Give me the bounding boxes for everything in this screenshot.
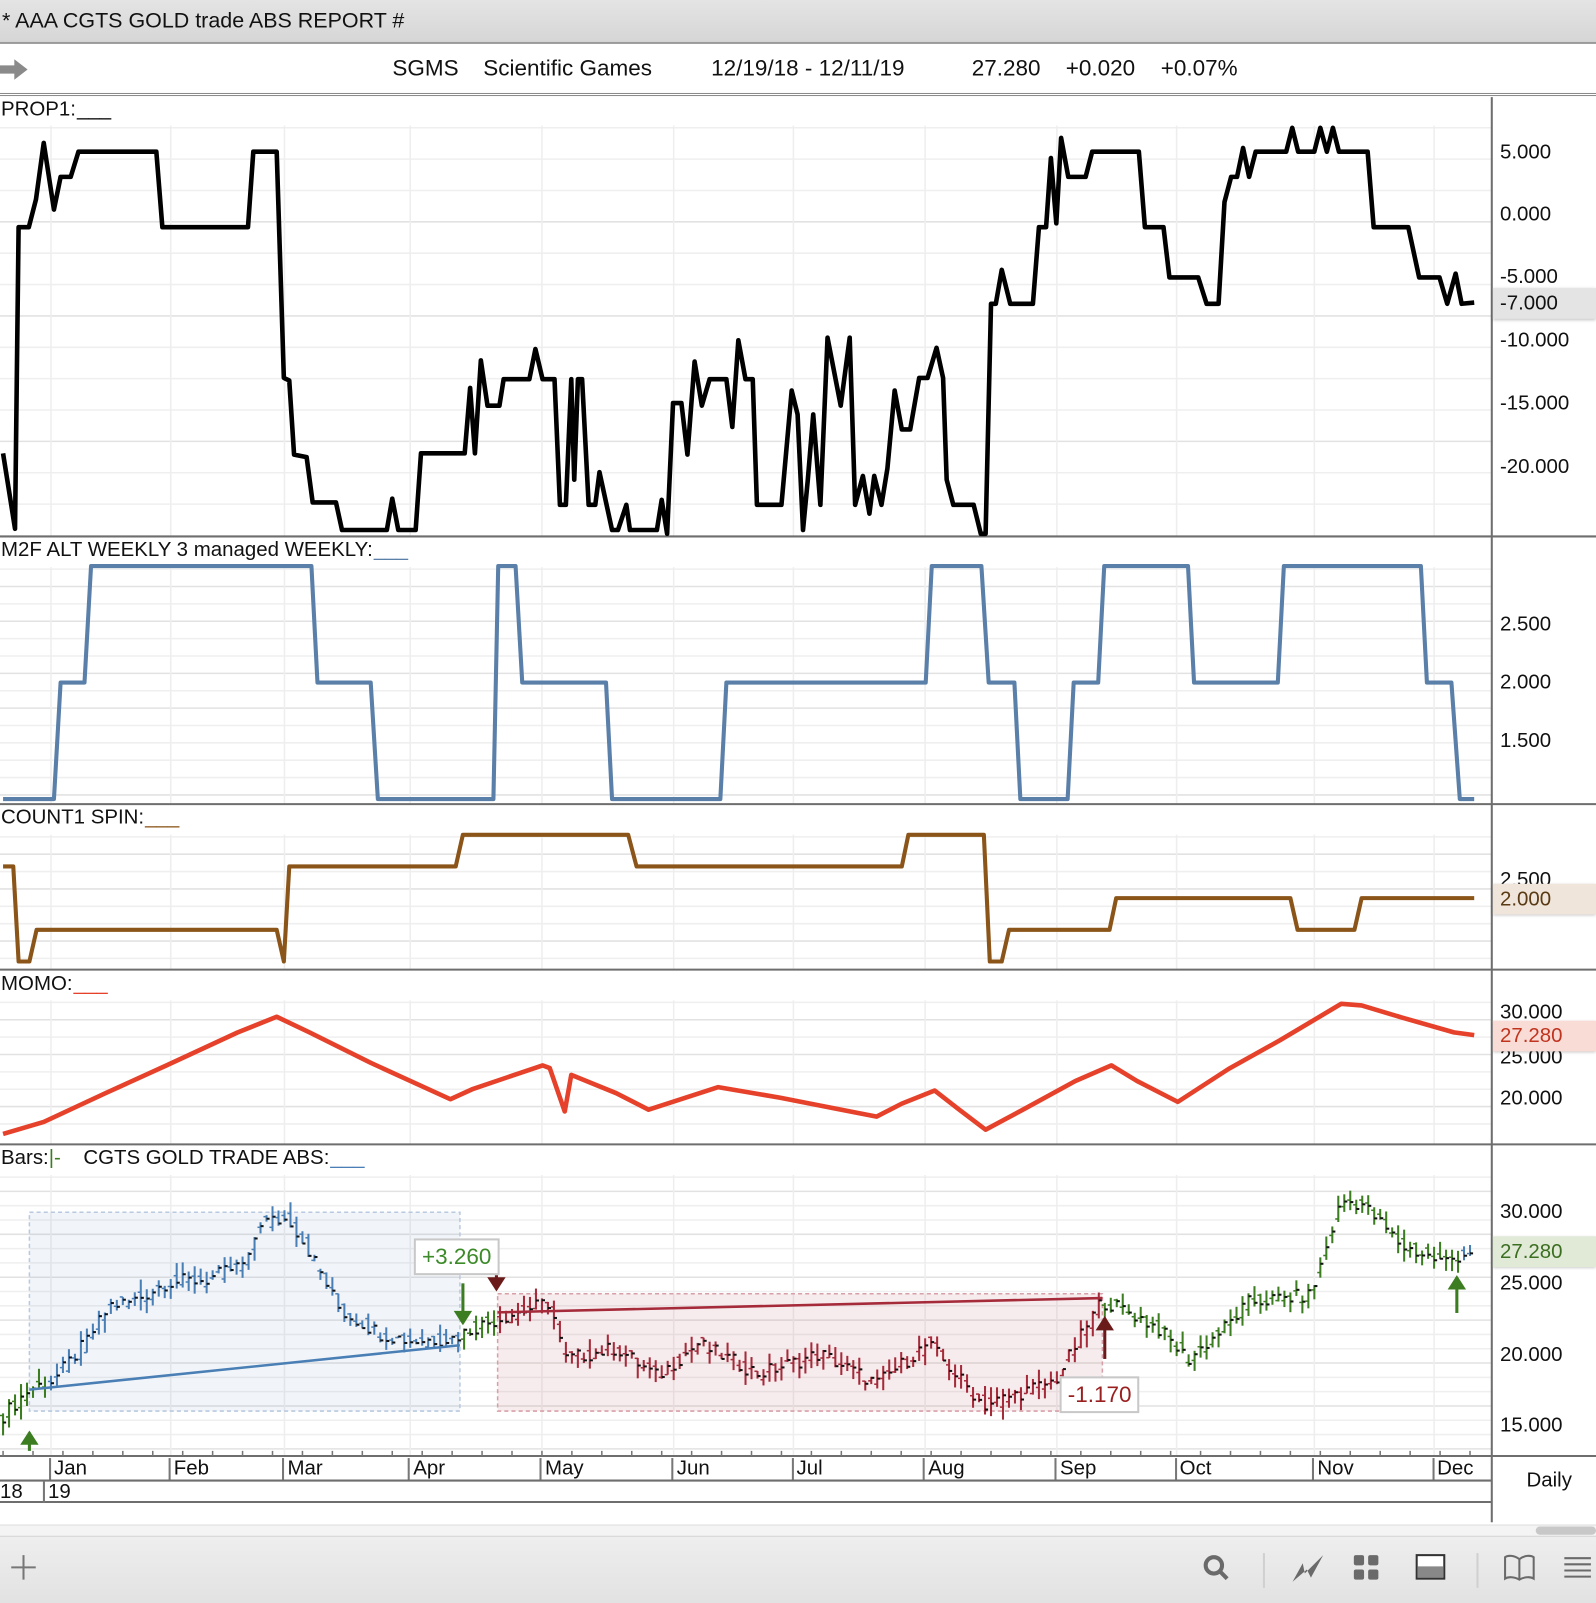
bar-style-glyph: |- xyxy=(48,1146,61,1169)
prop1-tick: -15.000 xyxy=(1499,392,1570,415)
month-label: May xyxy=(539,1458,584,1480)
arrow-up-icon xyxy=(20,1430,39,1445)
month-label: Oct xyxy=(1174,1458,1211,1480)
month-label: Mar xyxy=(282,1458,323,1480)
count1-last-value: 2.000 xyxy=(1492,883,1596,915)
toolbar-divider xyxy=(1262,1553,1265,1588)
count1-label: COUNT1 SPIN:___ xyxy=(1,806,179,830)
bars-label: Bars:|- CGTS GOLD TRADE ABS:___ xyxy=(1,1146,365,1170)
bottom-toolbar xyxy=(0,1535,1596,1603)
chart-canvas[interactable] xyxy=(0,0,1596,1523)
panel-toggle-icon[interactable] xyxy=(1412,1549,1449,1586)
menu-icon[interactable] xyxy=(1559,1549,1596,1586)
search-icon[interactable] xyxy=(1198,1549,1235,1586)
m2f-line xyxy=(3,564,1475,802)
prop1-line-swatch: ___ xyxy=(76,98,112,121)
month-label: Sep xyxy=(1054,1458,1096,1480)
month-label: Jan xyxy=(48,1458,87,1480)
momo-label: MOMO:___ xyxy=(1,972,108,997)
trade-box xyxy=(28,1211,461,1412)
chart-window: * AAA CGTS GOLD trade ABS REPORT # SGMS … xyxy=(0,0,1596,1603)
prop1-tick: -5.000 xyxy=(1499,265,1558,289)
prop1-last-value: -7.000 xyxy=(1492,288,1596,319)
month-label: Aug xyxy=(923,1458,965,1480)
m2f-tick: 2.500 xyxy=(1499,613,1552,636)
trade-loss-label: -1.170 xyxy=(1059,1376,1140,1414)
period-selector[interactable]: Daily xyxy=(1527,1469,1572,1493)
prop1-label: PROP1:___ xyxy=(1,98,112,122)
price-tick: 15.000 xyxy=(1499,1414,1563,1437)
layout-grid-icon[interactable] xyxy=(1348,1549,1385,1586)
prop1-title: PROP1: xyxy=(1,98,76,121)
momo-last-value: 27.280 xyxy=(1492,1020,1596,1052)
month-label: Feb xyxy=(168,1458,209,1480)
year-label: 18 xyxy=(0,1480,23,1504)
momo-title: MOMO: xyxy=(1,972,73,996)
bars-title: Bars: xyxy=(1,1146,49,1169)
study-line-swatch: ___ xyxy=(330,1146,365,1169)
horizontal-scrollbar[interactable] xyxy=(0,1524,1596,1536)
trade-gain-label: +3.260 xyxy=(413,1238,500,1276)
add-icon[interactable] xyxy=(5,1549,42,1586)
price-tick: 30.000 xyxy=(1499,1200,1563,1224)
momo-tick: 20.000 xyxy=(1499,1087,1563,1110)
prop1-tick: 5.000 xyxy=(1499,141,1552,164)
year-label: 19 xyxy=(42,1481,71,1504)
price-tick: 25.000 xyxy=(1499,1272,1563,1295)
m2f-tick: 2.000 xyxy=(1499,671,1552,694)
study-title: CGTS GOLD TRADE ABS: xyxy=(83,1146,330,1169)
prop1-tick: -20.000 xyxy=(1499,455,1570,479)
momo-line xyxy=(2,1001,1475,1137)
chart-style-icon[interactable] xyxy=(1289,1549,1326,1586)
count1-line-swatch: ___ xyxy=(145,806,180,829)
prop1-tick: 0.000 xyxy=(1499,203,1552,226)
m2f-label: M2F ALT WEEKLY 3 managed WEEKLY:___ xyxy=(1,538,408,562)
month-label: Jul xyxy=(791,1458,823,1480)
toolbar-divider xyxy=(1476,1553,1479,1588)
price-tick: 20.000 xyxy=(1499,1343,1563,1367)
book-icon[interactable] xyxy=(1501,1549,1538,1586)
m2f-title: M2F ALT WEEKLY 3 managed WEEKLY: xyxy=(1,538,373,561)
month-label: Apr xyxy=(408,1458,445,1480)
count1-title: COUNT1 SPIN: xyxy=(1,806,145,829)
m2f-line-swatch: ___ xyxy=(373,538,408,561)
momo-line-swatch: ___ xyxy=(73,972,108,996)
prop1-tick: -10.000 xyxy=(1499,329,1570,352)
price-last-value: 27.280 xyxy=(1492,1236,1596,1267)
month-label: Jun xyxy=(671,1458,710,1480)
month-label: Nov xyxy=(1312,1458,1354,1480)
month-label: Dec xyxy=(1432,1458,1474,1480)
scrollbar-thumb[interactable] xyxy=(1535,1526,1596,1535)
arrow-down-icon xyxy=(487,1277,506,1292)
m2f-tick: 1.500 xyxy=(1499,729,1552,753)
